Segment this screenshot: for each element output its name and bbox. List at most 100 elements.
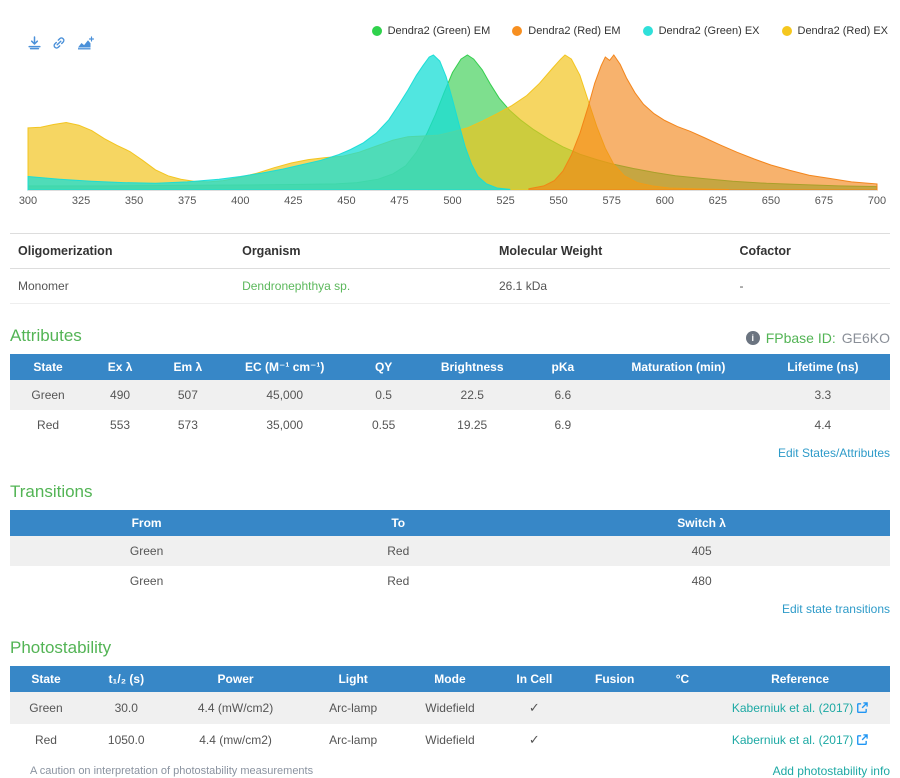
transitions-title: Transitions — [10, 482, 93, 502]
cell: 0.55 — [348, 410, 420, 440]
cell — [655, 692, 710, 724]
cell — [601, 380, 756, 410]
check-icon: ✓ — [494, 724, 574, 756]
legend-dot-icon — [512, 26, 522, 36]
cell: Red — [10, 724, 82, 756]
column-header: t₁/₂ (s) — [82, 666, 171, 692]
attributes-table: StateEx λEm λEC (M⁻¹ cm⁻¹)QYBrightnesspK… — [10, 354, 890, 440]
x-axis-tick-label: 350 — [125, 195, 143, 207]
fpbase-id-badge: i FPbase ID: GE6KO — [746, 330, 890, 346]
legend-item[interactable]: Dendra2 (Red) EM — [512, 25, 620, 37]
cell: Widefield — [406, 724, 495, 756]
column-header: Molecular Weight — [491, 234, 732, 269]
x-axis-tick-label: 500 — [443, 195, 461, 207]
x-axis-tick-label: 625 — [709, 195, 727, 207]
cell: 1050.0 — [82, 724, 171, 756]
photostability-table: Statet₁/₂ (s)PowerLightModeIn CellFusion… — [10, 666, 890, 756]
attributes-section: Attributes i FPbase ID: GE6KO StateEx λE… — [10, 326, 890, 460]
spectra-chart-section: Dendra2 (Green) EM Dendra2 (Red) EM Dendra… — [10, 0, 890, 215]
legend-item[interactable]: Dendra2 (Green) EM — [372, 25, 491, 37]
x-axis-tick-label: 325 — [72, 195, 90, 207]
column-header: To — [283, 510, 513, 536]
protein-info-table: OligomerizationOrganismMolecular WeightC… — [10, 233, 890, 304]
attributes-title: Attributes — [10, 326, 82, 346]
cell: - — [732, 269, 891, 304]
photostability-title: Photostability — [10, 638, 111, 658]
column-header: °C — [655, 666, 710, 692]
column-header: In Cell — [494, 666, 574, 692]
column-header: Organism — [234, 234, 491, 269]
x-axis-tick-label: 400 — [231, 195, 249, 207]
x-axis-tick-label: 450 — [337, 195, 355, 207]
column-header: pKa — [525, 354, 601, 380]
legend-item[interactable]: Dendra2 (Red) EX — [782, 25, 889, 37]
legend-label: Dendra2 (Red) EM — [528, 25, 620, 37]
cell: 19.25 — [420, 410, 525, 440]
column-header: Mode — [406, 666, 495, 692]
cell: 6.6 — [525, 380, 601, 410]
cell: Green — [10, 692, 82, 724]
cell: Kaberniuk et al. (2017) — [710, 724, 890, 756]
x-axis-tick-label: 425 — [284, 195, 302, 207]
column-header: Ex λ — [86, 354, 154, 380]
column-header: State — [10, 666, 82, 692]
column-header: Switch λ — [513, 510, 890, 536]
table-row: Green30.04.4 (mW/cm2)Arc-lampWidefield✓K… — [10, 692, 890, 724]
legend-dot-icon — [372, 26, 382, 36]
column-header: Brightness — [420, 354, 525, 380]
column-header: Em λ — [154, 354, 222, 380]
add-photostability-link[interactable]: Add photostability info — [773, 764, 890, 778]
edit-transitions-link[interactable]: Edit state transitions — [782, 602, 890, 616]
info-icon[interactable]: i — [746, 331, 760, 345]
transitions-section: Transitions FromToSwitch λGreenRed405Gre… — [10, 482, 890, 616]
cell: 553 — [86, 410, 154, 440]
column-header: Oligomerization — [10, 234, 234, 269]
download-icon[interactable] — [28, 36, 41, 50]
cell: 3.3 — [756, 380, 890, 410]
reference-link[interactable]: Kaberniuk et al. (2017) — [732, 733, 853, 747]
reference-link[interactable]: Kaberniuk et al. (2017) — [732, 701, 853, 715]
cell: Kaberniuk et al. (2017) — [710, 692, 890, 724]
add-spectrum-icon[interactable] — [77, 36, 94, 50]
column-header: Reference — [710, 666, 890, 692]
cell: 573 — [154, 410, 222, 440]
x-axis-tick-label: 550 — [549, 195, 567, 207]
external-link-icon[interactable] — [857, 702, 868, 713]
link-icon[interactable] — [52, 36, 66, 50]
column-header: State — [10, 354, 86, 380]
cell: 6.9 — [525, 410, 601, 440]
cell: 45,000 — [222, 380, 348, 410]
legend-label: Dendra2 (Green) EX — [659, 25, 760, 37]
x-axis-tick-label: 600 — [656, 195, 674, 207]
photostability-section: Photostability Statet₁/₂ (s)PowerLightMo… — [10, 638, 890, 778]
cell — [655, 724, 710, 756]
cell: Widefield — [406, 692, 495, 724]
cell: 4.4 (mW/cm2) — [171, 692, 301, 724]
cell — [575, 692, 655, 724]
cell — [601, 410, 756, 440]
legend-dot-icon — [643, 26, 653, 36]
column-header: Lifetime (ns) — [756, 354, 890, 380]
x-axis-tick-label: 700 — [868, 195, 886, 207]
cell: Red — [10, 410, 86, 440]
column-header: Cofactor — [732, 234, 891, 269]
cell: 4.4 (mw/cm2) — [171, 724, 301, 756]
table-row: Green49050745,0000.522.56.63.3 — [10, 380, 890, 410]
column-header: From — [10, 510, 283, 536]
column-header: Fusion — [575, 666, 655, 692]
table-row: Red55357335,0000.5519.256.94.4 — [10, 410, 890, 440]
cell: 490 — [86, 380, 154, 410]
transitions-table: FromToSwitch λGreenRed405GreenRed480 — [10, 510, 890, 596]
cell: 507 — [154, 380, 222, 410]
organism-link[interactable]: Dendronephthya sp. — [242, 279, 350, 293]
cell: 22.5 — [420, 380, 525, 410]
edit-states-link[interactable]: Edit States/Attributes — [778, 446, 890, 460]
fpbase-id-value: GE6KO — [842, 330, 890, 346]
cell: Arc-lamp — [301, 724, 406, 756]
cell: 405 — [513, 536, 890, 566]
cell: 480 — [513, 566, 890, 596]
photostability-caution-link[interactable]: A caution on interpretation of photostab… — [30, 765, 313, 777]
external-link-icon[interactable] — [857, 734, 868, 745]
cell: Monomer — [10, 269, 234, 304]
legend-item[interactable]: Dendra2 (Green) EX — [643, 25, 760, 37]
